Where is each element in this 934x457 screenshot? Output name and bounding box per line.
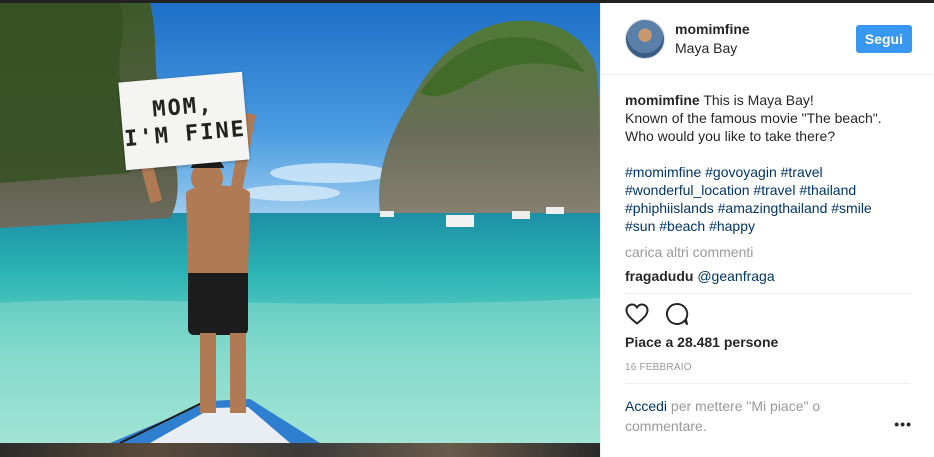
login-prompt-text1: per mettere "Mi piace" o [667,398,821,414]
photo-illustration [0,3,600,443]
more-options-icon[interactable]: ••• [894,414,912,434]
comments-section: momimfine This is Maya Bay! Known of the… [625,75,910,294]
hashtags-line4[interactable]: #sun #beach #happy [625,218,755,234]
avatar[interactable] [625,18,665,59]
comment-username[interactable]: fragadudu [625,268,693,284]
login-prompt-text2: commentare. [625,418,707,434]
user-info: momimfine Maya Bay [675,21,856,56]
caption-username[interactable]: momimfine [625,92,700,108]
sign-card: MOM, I'M FINE [118,71,250,171]
caption-text-line1: This is Maya Bay! [699,92,814,108]
sign-text-line1: MOM, [151,92,215,123]
caption-text-line2: Known of the famous movie "The beach". [625,110,882,126]
login-prompt: Accedi per mettere "Mi piace" o commenta… [625,396,912,436]
caption: momimfine This is Maya Bay! Known of the… [625,91,910,145]
load-more-comments[interactable]: carica altri commenti [625,244,910,260]
location-link[interactable]: Maya Bay [675,40,856,56]
hashtags-line2[interactable]: #wonderful_location #travel #thailand [625,182,856,198]
likes-count[interactable]: Piace a 28.481 persone [625,334,910,350]
comment-item: fragadudu @geanfraga [625,268,910,284]
caption-text-line3: Who would you like to take there? [625,128,836,144]
post-photo: MOM, I'M FINE [0,3,600,443]
heart-outline-icon[interactable] [625,302,649,326]
post-header: momimfine Maya Bay Segui [601,3,934,75]
header-username[interactable]: momimfine [675,21,856,37]
comment-mention[interactable]: @geanfraga [697,268,774,284]
sign-text-line2: I'M FINE [123,116,248,153]
follow-button[interactable]: Segui [855,24,912,53]
hashtags-line3[interactable]: #phiphiislands #amazingthailand #smile [625,200,872,216]
login-link[interactable]: Accedi [625,398,667,414]
post-date: 16 FEBBRAIO [625,362,910,384]
hashtags: #momimfine #govoyagin #travel #wonderful… [625,163,910,235]
next-post-strip [0,443,600,457]
instagram-post-view: MOM, I'M FINE momimfine Maya Bay Segui m… [0,0,934,457]
action-bar [625,294,910,334]
hashtags-line1[interactable]: #momimfine #govoyagin #travel [625,164,823,180]
post-sidebar: momimfine Maya Bay Segui momimfine This … [600,3,934,457]
speech-bubble-icon[interactable] [665,302,689,326]
